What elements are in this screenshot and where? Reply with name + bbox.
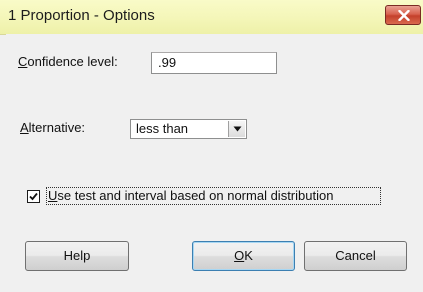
alternative-dropdown-button[interactable]	[228, 121, 245, 137]
dialog-title: 1 Proportion - Options	[8, 7, 155, 24]
close-button[interactable]	[385, 5, 421, 25]
normal-distribution-checkbox[interactable]	[27, 190, 40, 203]
help-button[interactable]: Help	[25, 241, 129, 271]
cancel-button[interactable]: Cancel	[304, 241, 407, 271]
dialog-body: Confidence level: .99 Alternative: less …	[6, 34, 423, 292]
normal-distribution-label[interactable]: Use test and interval based on normal di…	[48, 188, 333, 203]
chevron-down-icon	[233, 126, 242, 132]
checkmark-icon	[29, 192, 38, 201]
options-dialog: 1 Proportion - Options Confidence level:…	[0, 0, 423, 292]
title-bar: 1 Proportion - Options	[0, 0, 423, 35]
close-icon	[398, 10, 410, 21]
alternative-select[interactable]: less than	[130, 119, 247, 139]
confidence-level-input[interactable]: .99	[151, 52, 277, 74]
confidence-level-label: Confidence level:	[18, 54, 118, 69]
alternative-selected-value: less than	[136, 121, 189, 136]
ok-button[interactable]: OK	[192, 241, 295, 271]
alternative-label: Alternative:	[20, 120, 86, 135]
